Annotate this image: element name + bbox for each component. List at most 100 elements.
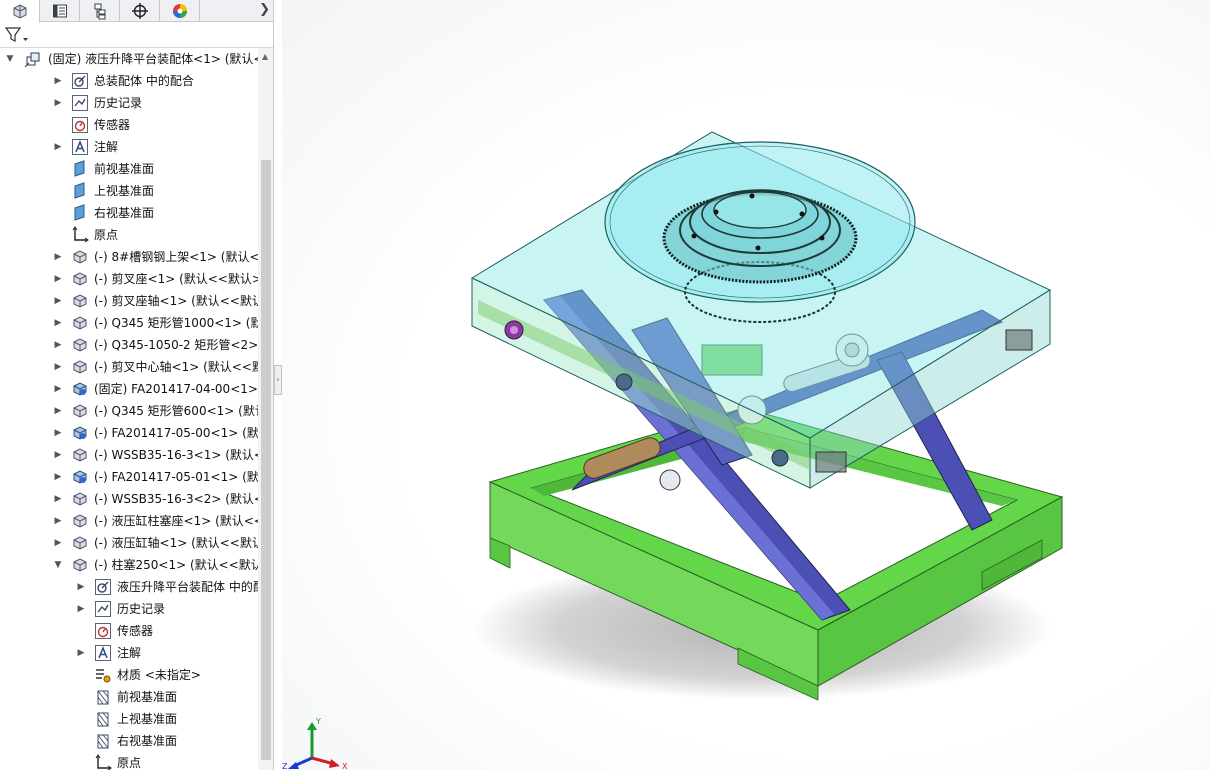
tree-item[interactable]: ▶ (-) 剪叉中心轴<1> (默认<<默认>_: [0, 356, 258, 378]
tree-item[interactable]: ▼ (-) 柱塞250<1> (默认<<默认>_显: [0, 554, 258, 576]
configurationmanager-tab[interactable]: [80, 0, 120, 22]
tree-item[interactable]: ▶ 历史记录: [0, 598, 258, 620]
featuremanager-tab[interactable]: [0, 0, 40, 23]
tree-item[interactable]: 传感器: [0, 114, 258, 136]
dimxpert-icon: [131, 3, 148, 19]
annotation-icon: [71, 138, 89, 156]
tree-item[interactable]: 前视基准面: [0, 686, 258, 708]
tree-scrollbar[interactable]: ▲: [258, 48, 273, 770]
tree-item[interactable]: ▶ (-) Q345-1050-2 矩形管<2> (默认: [0, 334, 258, 356]
propertymanager-tab[interactable]: [40, 0, 80, 22]
tree-item[interactable]: 原点: [0, 224, 258, 246]
annotation-icon: [94, 644, 112, 662]
tree-item[interactable]: ▶ (-) 剪叉座<1> (默认<<默认>_显示: [0, 268, 258, 290]
chevron-right-icon[interactable]: ▶: [52, 273, 64, 285]
tree-item[interactable]: 前视基准面: [0, 158, 258, 180]
appearance-icon: [172, 4, 187, 18]
plane-hatched-icon: [94, 710, 112, 728]
tree-item[interactable]: ▶ (-) Q345 矩形管1000<1> (默认<<: [0, 312, 258, 334]
chevron-right-icon[interactable]: ▶: [52, 361, 64, 373]
tree-item[interactable]: ▶ (-) 剪叉座轴<1> (默认<<默认>_显: [0, 290, 258, 312]
chevron-right-icon[interactable]: ▶: [52, 515, 64, 527]
tree-item[interactable]: 上视基准面: [0, 708, 258, 730]
plane-icon: [71, 204, 89, 222]
tree-item-label: (固定) FA201417-04-00<1> (默认: [94, 382, 258, 396]
assembly-icon: [24, 50, 42, 68]
tree-item[interactable]: ▶ (-) 液压缸柱塞座<1> (默认<<默认: [0, 510, 258, 532]
tree-item[interactable]: ▶ (-) FA201417-05-01<1> (默认<默: [0, 466, 258, 488]
tree-item[interactable]: ▶ (-) 液压缸轴<1> (默认<<默认>_显: [0, 532, 258, 554]
tree-item[interactable]: 右视基准面: [0, 730, 258, 752]
tree-item[interactable]: ▶ (固定) FA201417-04-00<1> (默认: [0, 378, 258, 400]
chevron-right-icon[interactable]: ▶: [52, 251, 64, 263]
z-axis-label: Z: [282, 762, 288, 770]
chevron-down-icon[interactable]: ▼: [52, 559, 64, 571]
history-icon: [71, 94, 89, 112]
configurationmanager-icon: [94, 3, 105, 20]
chevron-right-icon[interactable]: ▶: [52, 317, 64, 329]
chevron-right-icon[interactable]: ▶: [75, 647, 87, 659]
tree-item-label: (-) FA201417-05-00<1> (默认<默: [94, 426, 258, 440]
tree-item[interactable]: ▶ 总装配体 中的配合: [0, 70, 258, 92]
tree-item-label: 前视基准面: [94, 162, 155, 176]
chevron-right-icon[interactable]: ▶: [52, 383, 64, 395]
chevron-right-icon[interactable]: ▶: [52, 75, 64, 87]
tree-item[interactable]: ▶ (-) WSSB35-16-3<2> (默认<<默认: [0, 488, 258, 510]
dimxpert-tab[interactable]: [120, 0, 160, 22]
tree-item[interactable]: ▶ 历史记录: [0, 92, 258, 114]
tree-item[interactable]: ▶ (-) Q345 矩形管600<1> (默认<<默: [0, 400, 258, 422]
part-icon: [71, 490, 89, 508]
chevron-right-icon[interactable]: ❯: [259, 2, 270, 17]
plane-hatched-icon: [94, 688, 112, 706]
part-icon: [71, 358, 89, 376]
tree-item-label: (-) FA201417-05-01<1> (默认<默: [94, 470, 258, 484]
tree-item-label: (-) 液压缸柱塞座<1> (默认<<默认: [94, 514, 258, 528]
chevron-right-icon[interactable]: ▶: [52, 141, 64, 153]
scroll-up-icon[interactable]: ▲: [262, 52, 268, 61]
tree-item[interactable]: ▶ 液压升降平台装配体 中的配合: [0, 576, 258, 598]
tree-item[interactable]: 上视基准面: [0, 180, 258, 202]
part-icon: [71, 534, 89, 552]
featuremanager-icon: [13, 3, 26, 19]
mates-icon: [71, 72, 89, 90]
tree-item[interactable]: 材质 <未指定>: [0, 664, 258, 686]
chevron-right-icon[interactable]: ▶: [75, 581, 87, 593]
tree-item[interactable]: ▶ (-) WSSB35-16-3<1> (默认<<默认: [0, 444, 258, 466]
scrollbar-thumb[interactable]: [261, 160, 271, 760]
tree-item[interactable]: ▼ (固定) 液压升降平台装配体<1> (默认<: [0, 48, 258, 70]
tree-item-label: (-) Q345 矩形管600<1> (默认<<默: [94, 404, 258, 418]
tree-item[interactable]: 原点: [0, 752, 258, 770]
chevron-right-icon[interactable]: ▶: [52, 339, 64, 351]
tree-item[interactable]: ▶ 注解: [0, 642, 258, 664]
chevron-right-icon[interactable]: ▶: [75, 603, 87, 615]
scissor-pivot: [659, 469, 681, 491]
subassembly-icon: [71, 380, 89, 398]
tree-item[interactable]: ▶ (-) FA201417-05-00<1> (默认<默: [0, 422, 258, 444]
part-icon: [71, 402, 89, 420]
plane-hatched-icon: [94, 732, 112, 750]
lift-platform-model[interactable]: [282, 0, 1210, 770]
feature-tree: ▼ (固定) 液压升降平台装配体<1> (默认< ▶ 总装配体 中的配合 ▶ 历史记录 传感…: [0, 48, 258, 770]
chevron-right-icon[interactable]: ▶: [52, 449, 64, 461]
origin-icon: [94, 754, 112, 770]
tree-item[interactable]: 传感器: [0, 620, 258, 642]
tree-item[interactable]: ▶ 注解: [0, 136, 258, 158]
chevron-right-icon[interactable]: ▶: [52, 405, 64, 417]
chevron-right-icon[interactable]: ▶: [52, 471, 64, 483]
subassembly-icon: [71, 468, 89, 486]
filter-button[interactable]: [4, 25, 32, 45]
display-manager-tab[interactable]: [160, 0, 200, 22]
collapse-panel-handle[interactable]: ›: [274, 365, 282, 395]
chevron-right-icon[interactable]: ▶: [52, 537, 64, 549]
chevron-right-icon[interactable]: ▶: [52, 295, 64, 307]
tree-item[interactable]: 右视基准面: [0, 202, 258, 224]
tree-item-label: (-) WSSB35-16-3<2> (默认<<默认: [94, 492, 258, 506]
tree-item-label: 右视基准面: [94, 206, 155, 220]
chevron-right-icon[interactable]: ▶: [52, 493, 64, 505]
chevron-right-icon[interactable]: ▶: [52, 97, 64, 109]
chevron-down-icon[interactable]: ▼: [4, 53, 16, 65]
tree-item[interactable]: ▶ (-) 8#槽钢钢上架<1> (默认<按加工: [0, 246, 258, 268]
subassembly-icon: [71, 424, 89, 442]
chevron-right-icon[interactable]: ▶: [52, 427, 64, 439]
graphics-viewport[interactable]: Y X Z: [282, 0, 1210, 770]
